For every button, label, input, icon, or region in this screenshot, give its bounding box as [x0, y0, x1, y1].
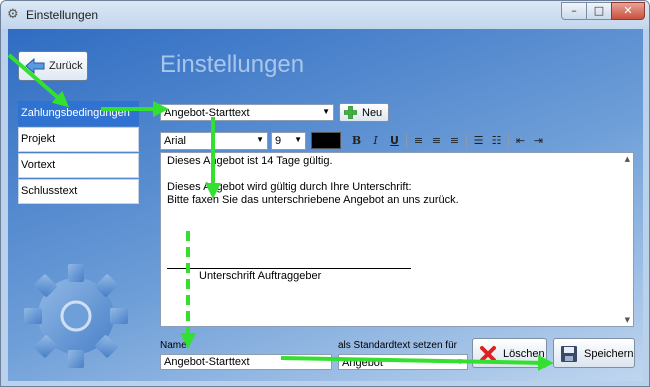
settings-window: ⚙ Einstellungen – □ ✕ Zurück Einstellung…	[0, 0, 650, 387]
chevron-down-icon: ▼	[456, 357, 464, 366]
align-center-icon[interactable]: ≡	[428, 132, 445, 149]
settings-icon: ⚙	[7, 7, 19, 22]
outdent-icon[interactable]: ⇤	[512, 132, 529, 149]
font-size-value: 9	[275, 135, 282, 147]
text-color-swatch[interactable]	[311, 132, 341, 149]
nav-item-projekt[interactable]: Projekt	[18, 127, 139, 152]
page-title: Einstellungen	[160, 51, 305, 78]
signature-caption: Unterschrift Auftraggeber	[199, 270, 322, 282]
bold-button[interactable]: B	[348, 132, 365, 149]
nav-item-vortext[interactable]: Vortext	[18, 153, 139, 178]
font-select-value: Arial	[164, 135, 187, 147]
template-select-value: Angebot-Starttext	[164, 107, 250, 119]
content-area: Zurück Einstellungen Zahlungsbedingungen…	[8, 29, 643, 381]
default-for-select[interactable]: Angebot ▼	[338, 354, 468, 370]
editor-line: Dieses Angebot wird gültig durch Ihre Un…	[167, 181, 412, 193]
template-select[interactable]: Angebot-Starttext ▼	[160, 104, 334, 121]
indent-icon[interactable]: ⇥	[530, 132, 547, 149]
back-button-label: Zurück	[49, 60, 83, 72]
italic-button[interactable]: I	[367, 132, 384, 149]
numbered-list-icon[interactable]: ☷	[488, 132, 505, 149]
format-toolbar: Arial ▼ 9 ▼ B I U ≡ ≡ ≡ ☰ ☷ ⇤ ⇥	[160, 131, 635, 150]
nav-item-schlusstext[interactable]: Schlusstext	[18, 179, 139, 204]
underline-button[interactable]: U	[386, 132, 403, 149]
nav-item-zahlungsbedingungen[interactable]: Zahlungsbedingungen	[18, 101, 139, 126]
scroll-up-icon[interactable]: ▲	[625, 155, 630, 163]
name-input[interactable]: Angebot-Starttext	[160, 354, 332, 370]
title-bar: ⚙ Einstellungen – □ ✕	[1, 1, 649, 29]
text-editor[interactable]: Dieses Angebot ist 14 Tage gültig. Diese…	[160, 152, 634, 327]
delete-button-label: Löschen	[503, 348, 545, 360]
gear-icon	[24, 264, 128, 368]
signature-line	[167, 268, 411, 269]
delete-button[interactable]: Löschen	[472, 338, 547, 368]
bullet-list-icon[interactable]: ☰	[470, 132, 487, 149]
toolbar-divider	[466, 134, 467, 148]
back-arrow-icon	[25, 58, 45, 74]
delete-icon	[480, 346, 496, 362]
editor-line: Dieses Angebot ist 14 Tage gültig.	[167, 155, 333, 167]
chevron-down-icon: ▼	[322, 107, 330, 116]
name-label: Name	[160, 340, 187, 351]
toolbar-divider	[406, 134, 407, 148]
settings-nav: Zahlungsbedingungen Projekt Vortext Schl…	[18, 101, 139, 205]
save-button[interactable]: Speichern	[553, 338, 635, 368]
back-button[interactable]: Zurück	[18, 51, 88, 81]
save-button-label: Speichern	[584, 348, 634, 360]
scroll-down-icon[interactable]: ▼	[625, 316, 630, 324]
font-select[interactable]: Arial ▼	[160, 132, 268, 150]
chevron-down-icon: ▼	[294, 135, 302, 144]
chevron-down-icon: ▼	[256, 135, 264, 144]
default-for-label: als Standardtext setzen für	[338, 340, 457, 351]
maximize-button[interactable]: □	[586, 2, 612, 20]
minimize-button[interactable]: –	[561, 2, 587, 20]
plus-icon	[344, 106, 357, 119]
align-left-icon[interactable]: ≡	[410, 132, 427, 149]
font-size-select[interactable]: 9 ▼	[271, 132, 306, 150]
toolbar-divider	[508, 134, 509, 148]
default-for-value: Angebot	[342, 357, 383, 369]
window-title: Einstellungen	[26, 8, 99, 22]
editor-line: Bitte faxen Sie das unterschriebene Ange…	[167, 194, 459, 206]
align-right-icon[interactable]: ≡	[446, 132, 463, 149]
new-button[interactable]: Neu	[339, 103, 389, 122]
editor-scrollbar[interactable]: ▲ ▼	[619, 153, 633, 326]
save-icon	[561, 346, 577, 362]
close-button[interactable]: ✕	[611, 2, 645, 20]
new-button-label: Neu	[362, 107, 383, 119]
